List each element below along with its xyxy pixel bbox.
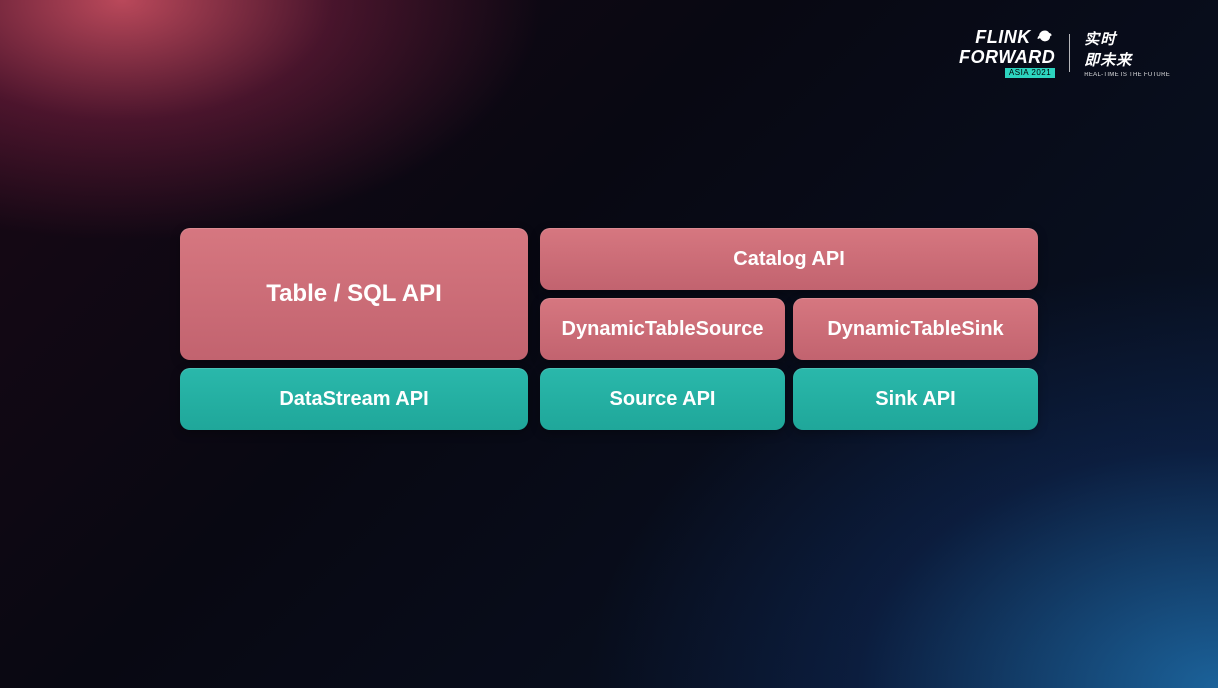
cn-sub: REAL-TIME IS THE FUTURE: [1084, 72, 1170, 78]
logo-line1: FLINK: [975, 27, 1031, 47]
left-column: Table / SQL API DataStream API: [180, 228, 528, 430]
squirrel-icon: [1035, 28, 1055, 48]
box-datastream-api: DataStream API: [180, 368, 528, 430]
logo-line2: FORWARD: [959, 48, 1055, 66]
box-sink-api: Sink API: [793, 368, 1038, 430]
row-dynamic-table: DynamicTableSource DynamicTableSink: [540, 298, 1038, 360]
flink-forward-logo: FLINK FORWARD ASIA 2021: [959, 28, 1055, 78]
cn-logo: 实时 即未来 REAL-TIME IS THE FUTURE: [1084, 28, 1170, 78]
box-source-api: Source API: [540, 368, 785, 430]
logo-sub: ASIA 2021: [1005, 68, 1055, 78]
cn-line1: 实时: [1084, 28, 1116, 49]
row-source-sink: Source API Sink API: [540, 368, 1038, 430]
cn-line2: 即未来: [1084, 49, 1132, 70]
api-diagram: Table / SQL API DataStream API Catalog A…: [180, 228, 1038, 430]
box-dynamic-table-source: DynamicTableSource: [540, 298, 785, 360]
box-dynamic-table-sink: DynamicTableSink: [793, 298, 1038, 360]
logo-divider: [1069, 34, 1070, 72]
box-table-sql-api: Table / SQL API: [180, 228, 528, 360]
box-catalog-api: Catalog API: [540, 228, 1038, 290]
logo-area: FLINK FORWARD ASIA 2021 实时 即未来 REAL-TIME…: [959, 28, 1170, 78]
right-column: Catalog API DynamicTableSource DynamicTa…: [540, 228, 1038, 430]
